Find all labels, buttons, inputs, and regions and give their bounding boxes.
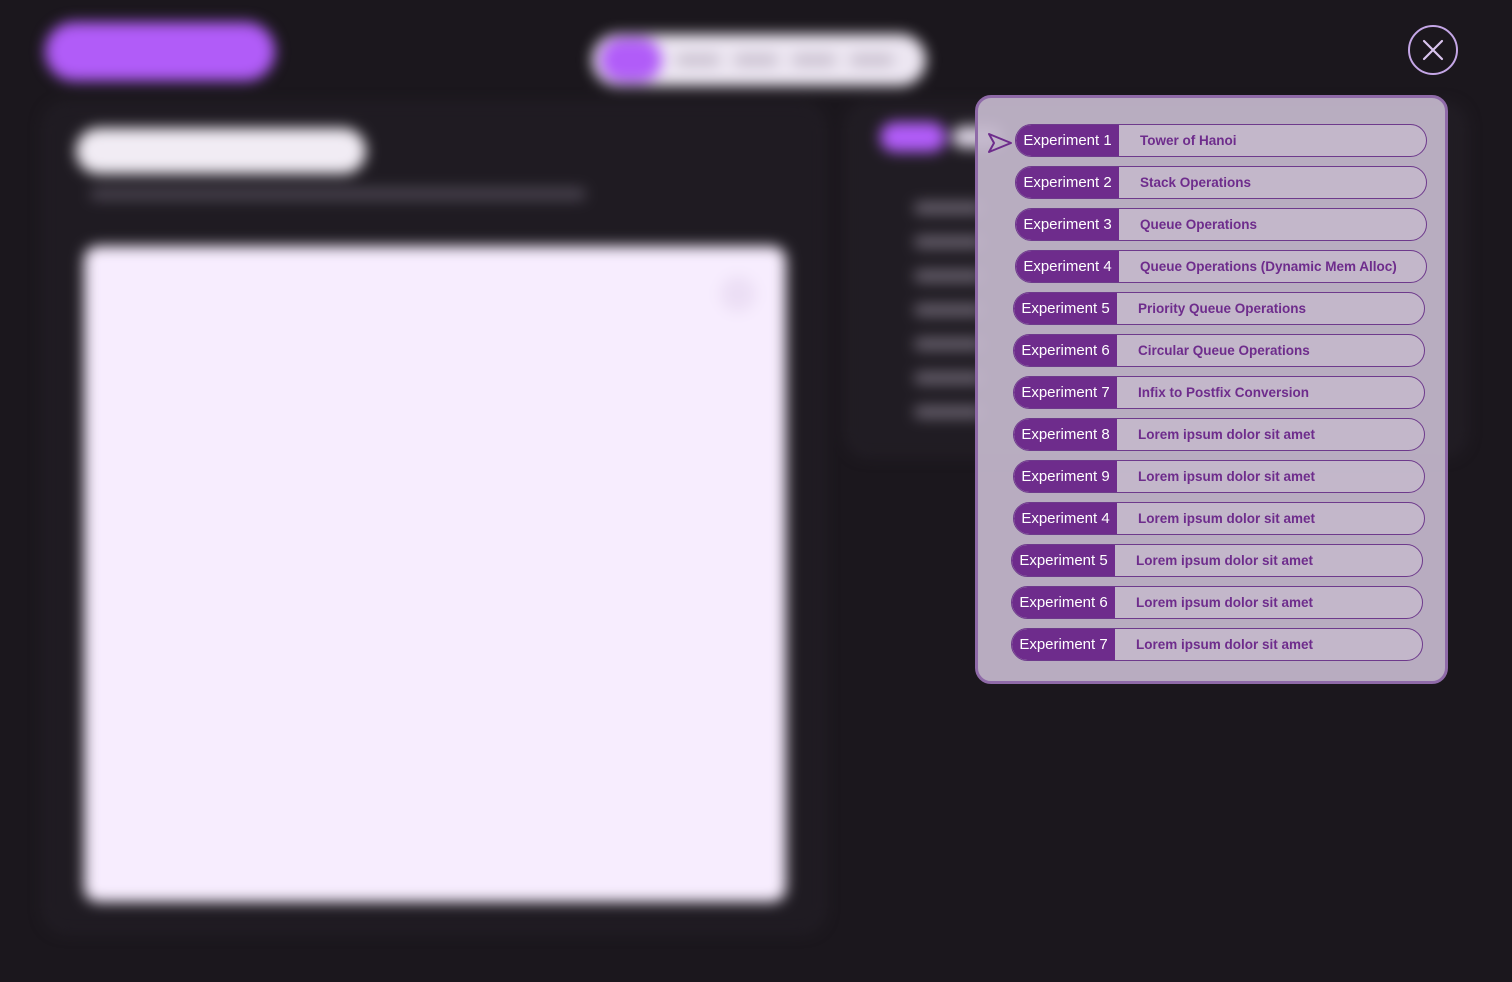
info-line — [914, 406, 984, 418]
experiment-item-10[interactable]: Experiment 4 Lorem ipsum dolor sit amet — [1013, 502, 1425, 535]
experiment-badge: Experiment 7 — [1014, 377, 1117, 408]
experiment-title: Queue Operations — [1140, 217, 1258, 232]
tab — [792, 54, 836, 66]
search-bar — [76, 128, 366, 174]
tab-bar — [592, 34, 926, 86]
logo-pill — [45, 22, 275, 81]
experiment-title: Queue Operations (Dynamic Mem Alloc) — [1140, 259, 1397, 274]
canvas-button — [720, 276, 756, 312]
tab — [850, 54, 894, 66]
app-stage: Experiment 1 Tower of Hanoi Experiment 2… — [0, 0, 1512, 982]
experiment-title: Infix to Postfix Conversion — [1138, 385, 1310, 400]
code-canvas — [84, 246, 786, 902]
info-line — [914, 372, 984, 384]
panel-subtitle — [90, 188, 586, 200]
experiment-title: Priority Queue Operations — [1138, 301, 1307, 316]
experiment-badge: Experiment 5 — [1014, 293, 1117, 324]
experiment-title: Lorem ipsum dolor sit amet — [1138, 469, 1316, 484]
close-icon — [1422, 39, 1444, 61]
experiment-item-8[interactable]: Experiment 8 Lorem ipsum dolor sit amet — [1013, 418, 1425, 451]
experiment-title: Lorem ipsum dolor sit amet — [1136, 595, 1314, 610]
experiment-title: Circular Queue Operations — [1138, 343, 1310, 358]
experiment-title: Tower of Hanoi — [1140, 133, 1237, 148]
experiment-title: Stack Operations — [1140, 175, 1252, 190]
experiment-title: Lorem ipsum dolor sit amet — [1136, 637, 1314, 652]
info-line — [914, 202, 984, 214]
experiment-title: Lorem ipsum dolor sit amet — [1138, 427, 1316, 442]
info-line — [914, 338, 984, 350]
experiment-badge: Experiment 4 — [1016, 251, 1119, 282]
experiment-picker: Experiment 1 Tower of Hanoi Experiment 2… — [975, 95, 1448, 684]
experiment-badge: Experiment 6 — [1012, 587, 1115, 618]
pointer-arrow-icon — [988, 133, 1012, 153]
info-chip — [880, 122, 946, 152]
experiment-item-3[interactable]: Experiment 3 Queue Operations — [1015, 208, 1427, 241]
experiment-item-4[interactable]: Experiment 4 Queue Operations (Dynamic M… — [1015, 250, 1427, 283]
experiment-badge: Experiment 5 — [1012, 545, 1115, 576]
experiment-item-7[interactable]: Experiment 7 Infix to Postfix Conversion — [1013, 376, 1425, 409]
info-line — [914, 304, 984, 316]
experiment-badge: Experiment 9 — [1014, 461, 1117, 492]
experiment-badge: Experiment 3 — [1016, 209, 1119, 240]
tab-active — [600, 38, 662, 82]
info-line — [914, 236, 984, 248]
experiment-badge: Experiment 6 — [1014, 335, 1117, 366]
experiment-item-13[interactable]: Experiment 7 Lorem ipsum dolor sit amet — [1011, 628, 1423, 661]
experiment-title: Lorem ipsum dolor sit amet — [1138, 511, 1316, 526]
editor-panel — [44, 104, 824, 932]
experiment-badge: Experiment 7 — [1012, 629, 1115, 660]
experiment-item-12[interactable]: Experiment 6 Lorem ipsum dolor sit amet — [1011, 586, 1423, 619]
experiment-item-9[interactable]: Experiment 9 Lorem ipsum dolor sit amet — [1013, 460, 1425, 493]
experiment-item-2[interactable]: Experiment 2 Stack Operations — [1015, 166, 1427, 199]
tab — [676, 54, 720, 66]
info-line — [914, 270, 984, 282]
experiment-item-6[interactable]: Experiment 6 Circular Queue Operations — [1013, 334, 1425, 367]
experiment-item-11[interactable]: Experiment 5 Lorem ipsum dolor sit amet — [1011, 544, 1423, 577]
experiment-item-5[interactable]: Experiment 5 Priority Queue Operations — [1013, 292, 1425, 325]
close-button[interactable] — [1408, 25, 1458, 75]
experiment-badge: Experiment 8 — [1014, 419, 1117, 450]
tab — [734, 54, 778, 66]
experiment-badge: Experiment 2 — [1016, 167, 1119, 198]
experiment-item-1[interactable]: Experiment 1 Tower of Hanoi — [1015, 124, 1427, 157]
experiment-title: Lorem ipsum dolor sit amet — [1136, 553, 1314, 568]
experiment-badge: Experiment 1 — [1016, 125, 1119, 156]
experiment-badge: Experiment 4 — [1014, 503, 1117, 534]
